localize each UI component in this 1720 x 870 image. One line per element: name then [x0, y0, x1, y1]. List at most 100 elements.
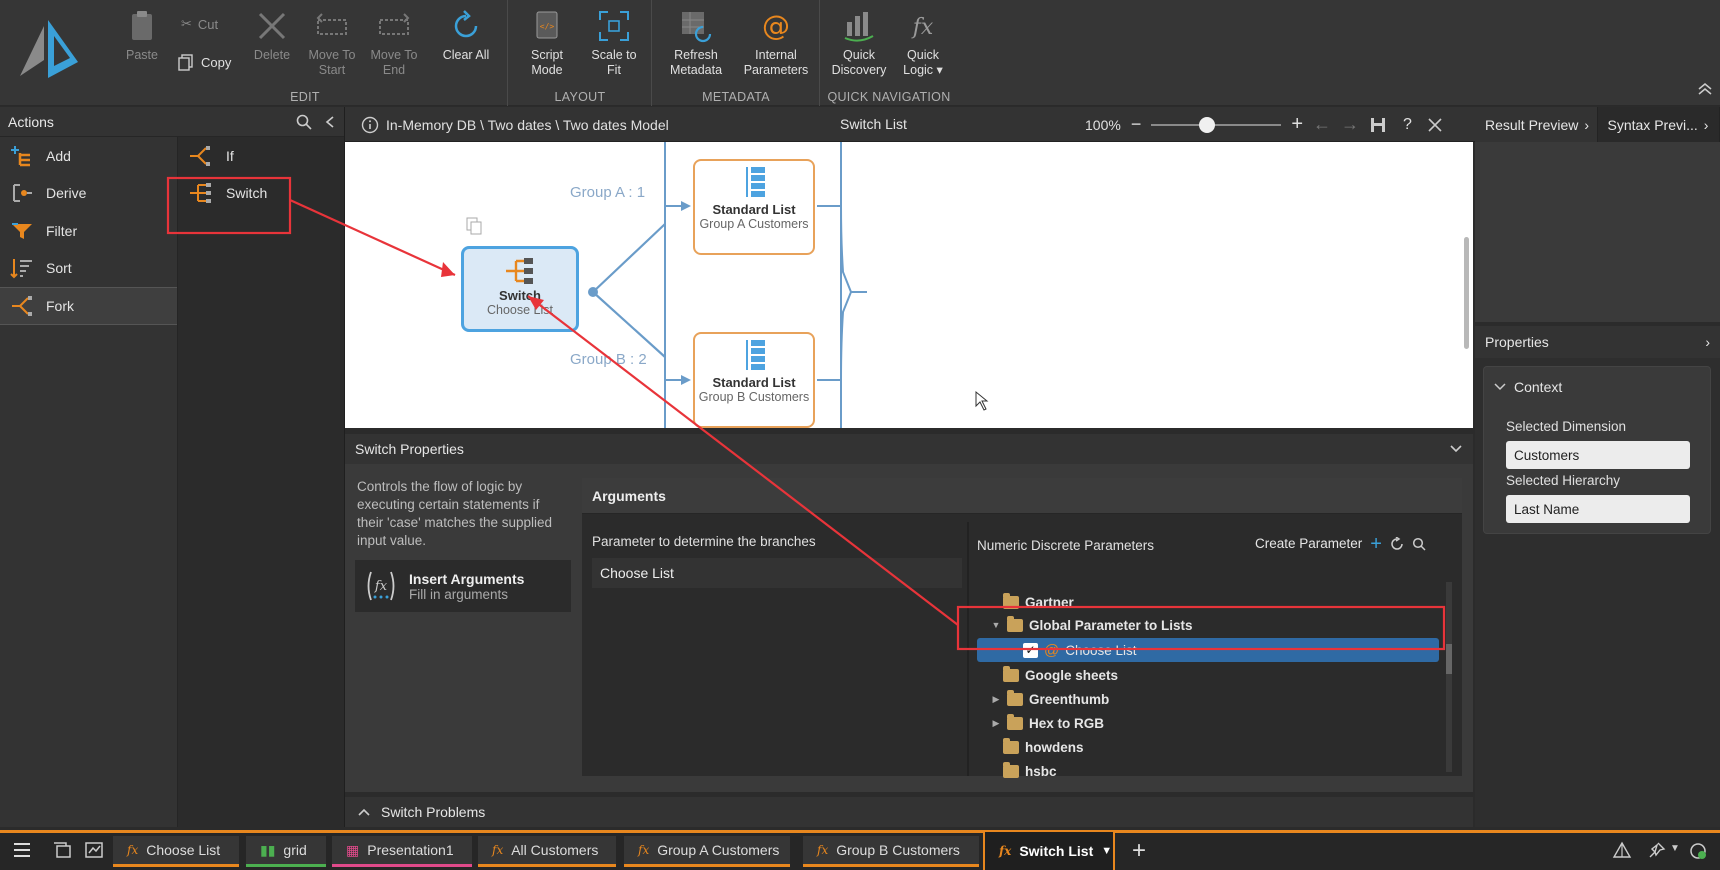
- create-parameter-button[interactable]: Create Parameter +: [1255, 534, 1426, 554]
- svg-text:</>: </>: [540, 22, 555, 31]
- function-args-icon: fx: [367, 571, 395, 601]
- dimension-label: Selected Dimension: [1506, 419, 1627, 434]
- copy-button[interactable]: Copy: [177, 53, 231, 71]
- fork-if[interactable]: If: [178, 137, 344, 174]
- folder-icon: [1003, 592, 1019, 609]
- canvas-scrollbar[interactable]: [1464, 237, 1469, 349]
- tab-switch-list[interactable]: fx Switch List ▼: [983, 830, 1115, 870]
- caret-down-icon[interactable]: ▼: [1101, 845, 1112, 857]
- internal-parameters-button[interactable]: @ Internal Parameters: [737, 4, 815, 78]
- scale-fit-icon: [599, 11, 629, 41]
- tree-folder[interactable]: Gartner: [1003, 590, 1074, 614]
- zoom-slider-knob[interactable]: [1199, 116, 1216, 133]
- paste-button[interactable]: Paste: [115, 4, 169, 63]
- quick-logic-button[interactable]: fx Quick Logic ▾: [893, 4, 953, 78]
- tab-all-customers[interactable]: fx All Customers: [478, 836, 616, 867]
- new-tab-plus-icon[interactable]: +: [1132, 837, 1146, 865]
- caret-right-icon[interactable]: ▶: [991, 694, 1001, 705]
- collapse-ribbon-icon[interactable]: [1696, 82, 1714, 96]
- tree-folder[interactable]: Google sheets: [1003, 663, 1118, 687]
- app-logo: [20, 20, 78, 78]
- param-value-field[interactable]: Choose List: [592, 558, 962, 588]
- redo-arrow-icon[interactable]: →: [1341, 114, 1359, 135]
- move-to-start-button[interactable]: Move To Start: [301, 4, 363, 78]
- dimension-field[interactable]: Customers: [1506, 441, 1690, 469]
- standard-list-icon: [746, 167, 765, 197]
- refresh-icon[interactable]: [1390, 536, 1404, 551]
- action-fork[interactable]: Fork: [0, 287, 177, 325]
- quick-discovery-button[interactable]: Quick Discovery: [829, 4, 889, 78]
- logic-canvas[interactable]: Switch Choose List Group A : 1 Group B :…: [345, 142, 1473, 428]
- checkbox-checked[interactable]: ✓: [1023, 642, 1038, 658]
- delete-button[interactable]: Delete: [243, 4, 301, 63]
- tab-grid[interactable]: ▮▮ grid: [246, 836, 326, 867]
- scale-to-fit-button[interactable]: Scale to Fit: [581, 4, 647, 78]
- save-icon[interactable]: [1369, 116, 1387, 134]
- tree-scrollbar[interactable]: [1446, 582, 1452, 772]
- tab-presentation1[interactable]: ▦ Presentation1: [332, 836, 472, 867]
- tab-syntax-preview[interactable]: Syntax Previ... ›: [1597, 107, 1720, 142]
- folder-icon: [1003, 761, 1019, 778]
- pin-icon[interactable]: [1646, 841, 1666, 859]
- arguments-panel: Arguments Parameter to determine the bra…: [582, 478, 1462, 779]
- dropdown-caret-icon[interactable]: ▼: [1670, 843, 1680, 854]
- connection-status-icon[interactable]: [1688, 841, 1708, 861]
- tab-choose-list[interactable]: fx Choose List: [113, 836, 239, 867]
- properties-header[interactable]: Properties ›: [1475, 326, 1720, 358]
- info-icon[interactable]: [361, 116, 379, 134]
- switch-problems-bar[interactable]: Switch Problems: [345, 797, 1473, 827]
- switch-properties-header[interactable]: Switch Properties: [345, 434, 1473, 464]
- group-b-list-node[interactable]: Standard List Group B Customers: [693, 332, 815, 428]
- tab-group-b-customers[interactable]: fx Group B Customers: [803, 836, 979, 867]
- chevron-down-icon[interactable]: [1494, 383, 1506, 391]
- menu-icon[interactable]: [12, 841, 32, 859]
- chevron-down-icon[interactable]: [1449, 444, 1463, 454]
- move-to-end-button[interactable]: Move To End: [363, 4, 425, 78]
- clear-all-button[interactable]: Clear All: [433, 4, 499, 63]
- refresh-metadata-button[interactable]: Refresh Metadata: [659, 4, 733, 78]
- group-a-list-node[interactable]: Standard List Group A Customers: [693, 159, 815, 255]
- zoom-out-icon[interactable]: −: [1131, 114, 1142, 135]
- chevron-up-icon[interactable]: [357, 807, 371, 817]
- right-panel-tabs: Result Preview › Syntax Previ... ›: [1475, 107, 1720, 142]
- content-manager-icon[interactable]: [52, 841, 72, 859]
- caret-right-icon[interactable]: ▶: [991, 718, 1001, 729]
- undo-arrow-icon[interactable]: ←: [1313, 114, 1331, 135]
- tree-folder[interactable]: ▶ Hex to RGB: [991, 711, 1104, 735]
- dashboard-icon[interactable]: [84, 841, 104, 859]
- tree-folder[interactable]: howdens: [1003, 735, 1084, 759]
- collapse-left-icon[interactable]: [324, 115, 336, 129]
- script-mode-button[interactable]: </> Script Mode: [515, 4, 579, 78]
- designer-header: In-Memory DB \ Two dates \ Two dates Mod…: [345, 107, 1475, 142]
- search-icon[interactable]: [296, 114, 312, 130]
- tree-folder[interactable]: hsbc: [1003, 759, 1057, 783]
- zoom-in-icon[interactable]: +: [1291, 113, 1303, 136]
- tree-folder[interactable]: ▶ Greenthumb: [991, 687, 1109, 711]
- zoom-slider[interactable]: [1151, 116, 1282, 133]
- close-icon[interactable]: [1428, 117, 1442, 132]
- chevron-right-icon[interactable]: ›: [1705, 334, 1710, 350]
- tab-group-a-customers[interactable]: fx Group A Customers: [624, 836, 790, 867]
- cut-button[interactable]: ✂ Cut: [181, 16, 218, 32]
- help-icon[interactable]: ?: [1403, 116, 1412, 134]
- action-add[interactable]: Add: [0, 137, 177, 175]
- layers-icon[interactable]: [1612, 841, 1632, 859]
- tab-result-preview[interactable]: Result Preview ›: [1475, 107, 1598, 142]
- refresh-metadata-icon: [682, 12, 712, 43]
- caret-down-icon[interactable]: ▼: [991, 620, 1001, 630]
- tree-folder[interactable]: ▼ Global Parameter to Lists: [991, 613, 1193, 637]
- quick-navigation-group: Quick Discovery fx Quick Logic ▾ QUICK N…: [821, 0, 957, 106]
- tree-item-selected[interactable]: ✓ @ Choose List: [977, 638, 1439, 662]
- folder-icon: [1003, 665, 1019, 682]
- fork-switch[interactable]: Switch: [178, 174, 344, 211]
- action-filter[interactable]: Filter: [0, 212, 177, 250]
- param-label: Parameter to determine the branches: [592, 534, 816, 549]
- switch-node[interactable]: Switch Choose List: [461, 246, 579, 332]
- insert-arguments-button[interactable]: fx Insert Arguments Fill in arguments: [355, 560, 571, 612]
- hierarchy-field[interactable]: Last Name: [1506, 495, 1690, 523]
- search-icon[interactable]: [1412, 537, 1426, 551]
- action-sort[interactable]: Sort: [0, 250, 177, 288]
- context-header[interactable]: Context: [1494, 379, 1562, 395]
- tree-scrollbar-thumb[interactable]: [1446, 644, 1452, 674]
- action-derive[interactable]: Derive: [0, 175, 177, 213]
